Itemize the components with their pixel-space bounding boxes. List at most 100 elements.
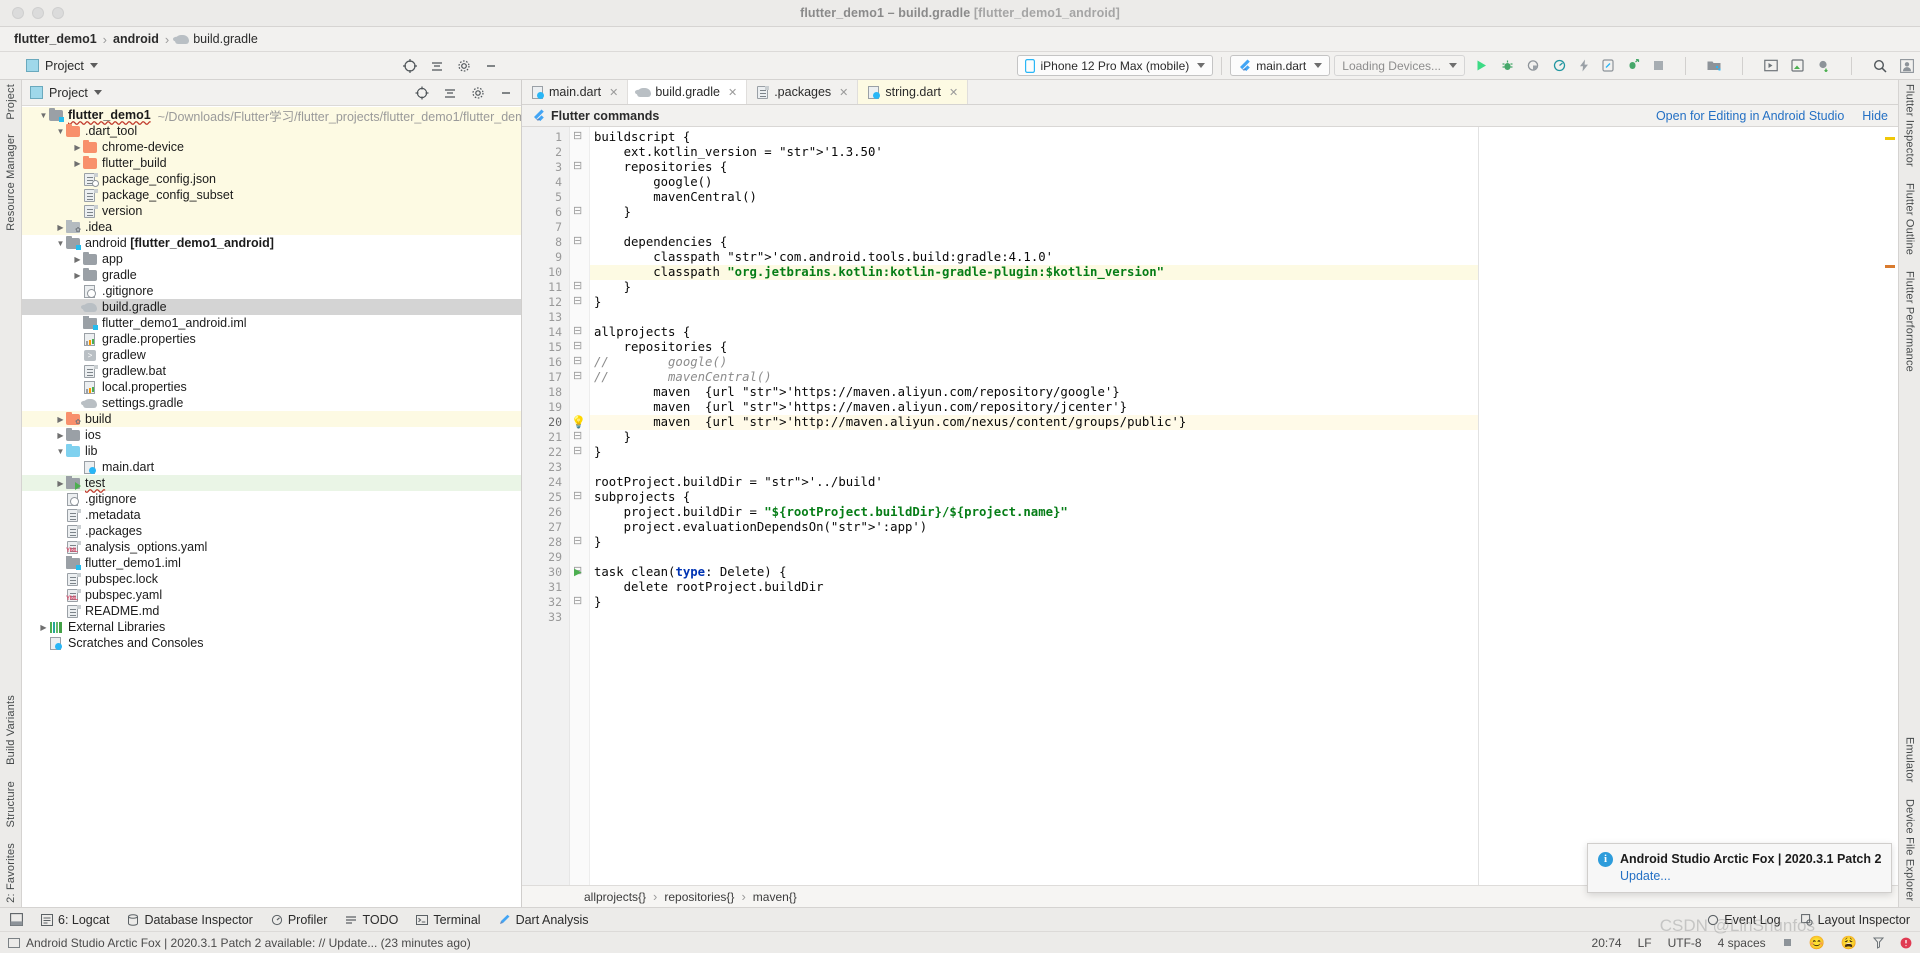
fold-marker[interactable]	[570, 280, 589, 295]
code-line[interactable]: classpath "org.jetbrains.kotlin:kotlin-g…	[590, 265, 1478, 280]
line-separator[interactable]: LF	[1638, 936, 1652, 950]
close-tab-icon[interactable]: ✕	[728, 86, 737, 99]
tree-twisty-closed-icon[interactable]	[55, 223, 66, 232]
caret-position[interactable]: 20:74	[1592, 936, 1622, 950]
tree-twisty-closed-icon[interactable]	[72, 255, 83, 264]
device-selector[interactable]: iPhone 12 Pro Max (mobile)	[1016, 55, 1214, 76]
code-line[interactable]: maven {url "str">'https://maven.aliyun.c…	[590, 400, 1478, 415]
tree-item-gradle-properties[interactable]: gradle.properties	[22, 331, 521, 347]
code-line[interactable]: ext.kotlin_version = "str">'1.3.50'	[590, 145, 1478, 160]
tree-item-flutter-demo1[interactable]: flutter_demo1 ~/Downloads/Flutter学习/flutt…	[22, 107, 521, 124]
breadcrumb-project[interactable]: flutter_demo1	[14, 32, 97, 46]
tree-item-scratches-and-consoles[interactable]: Scratches and Consoles	[22, 635, 521, 651]
tree-item-gitignore[interactable]: .gitignore	[22, 491, 521, 507]
fold-marker[interactable]	[570, 295, 589, 310]
tree-item-test[interactable]: test	[22, 475, 521, 491]
tree-item-build-gradle[interactable]: build.gradle	[22, 299, 521, 315]
code-line[interactable]	[590, 610, 1478, 625]
tree-item-packages[interactable]: .packages	[22, 523, 521, 539]
minimize-button[interactable]	[32, 7, 44, 19]
feedback-sad-icon[interactable]: 😩	[1841, 935, 1857, 951]
tree-twisty-open-icon[interactable]	[55, 239, 66, 248]
tree-twisty-closed-icon[interactable]	[55, 415, 66, 424]
code-line[interactable]: }	[590, 205, 1478, 220]
breadcrumb-file[interactable]: build.gradle	[193, 32, 258, 46]
layout-inspector-icon[interactable]	[1791, 59, 1804, 72]
fold-marker[interactable]	[570, 445, 589, 460]
open-for-editing-link[interactable]: Open for Editing in Android Studio	[1656, 109, 1844, 123]
tree-item-main-dart[interactable]: main.dart	[22, 459, 521, 475]
strip-item-flutter-inspector[interactable]: Flutter Inspector	[1904, 84, 1916, 167]
tree-item-app[interactable]: app	[22, 251, 521, 267]
code-line[interactable]: // mavenCentral()	[590, 370, 1478, 385]
editor-tab-build-gradle[interactable]: build.gradle ✕	[628, 80, 748, 104]
tree-item-gradlew-bat[interactable]: gradlew.bat	[22, 363, 521, 379]
feedback-happy-icon[interactable]: 😊	[1809, 935, 1825, 951]
avd-manager-icon[interactable]	[1707, 59, 1721, 72]
coverage-icon[interactable]	[1527, 59, 1540, 72]
code-line[interactable]: }	[590, 595, 1478, 610]
profiler-icon[interactable]	[1553, 59, 1566, 72]
tree-twisty-closed-icon[interactable]	[72, 159, 83, 168]
code-line[interactable]	[590, 220, 1478, 235]
editor-tab-main-dart[interactable]: main.dart ✕	[522, 80, 629, 104]
tree-item-metadata[interactable]: .metadata	[22, 507, 521, 523]
collapse-all-icon[interactable]	[430, 59, 444, 73]
notifications-badge-icon[interactable]	[1900, 937, 1912, 949]
tree-item-idea[interactable]: ✿ .idea	[22, 219, 521, 235]
code-line[interactable]: task clean(type: Delete) {	[590, 565, 1478, 580]
fold-marker[interactable]	[570, 160, 589, 175]
hide-panel-icon[interactable]	[484, 59, 498, 73]
code-line[interactable]: classpath "str">'com.android.tools.build…	[590, 250, 1478, 265]
fold-marker[interactable]	[570, 595, 589, 610]
intention-bulb-icon[interactable]: 💡	[571, 415, 586, 430]
avatar-icon[interactable]	[1900, 58, 1914, 73]
close-tab-icon[interactable]: ✕	[949, 86, 958, 99]
window-controls[interactable]	[0, 7, 64, 19]
fold-marker[interactable]	[570, 355, 589, 370]
notification-update-link[interactable]: Update...	[1620, 869, 1881, 883]
close-button[interactable]	[12, 7, 24, 19]
fold-marker[interactable]	[570, 340, 589, 355]
code-line[interactable]: }	[590, 430, 1478, 445]
search-icon[interactable]	[1873, 59, 1887, 73]
strip-item-flutter-outline[interactable]: Flutter Outline	[1904, 183, 1916, 255]
fold-marker[interactable]	[570, 235, 589, 250]
tree-item-flutter-demo1-android-iml[interactable]: flutter_demo1_android.iml	[22, 315, 521, 331]
fold-marker[interactable]: ▶	[570, 565, 589, 580]
tree-item-gradle[interactable]: gradle	[22, 267, 521, 283]
tree-twisty-closed-icon[interactable]	[72, 271, 83, 280]
strip-item-project[interactable]: Project	[5, 84, 17, 120]
strip-item-structure[interactable]: Structure	[5, 781, 17, 827]
loading-devices-selector[interactable]: Loading Devices...	[1334, 55, 1465, 76]
tree-item-analysis-options-yaml[interactable]: YML analysis_options.yaml	[22, 539, 521, 555]
tree-item-lib[interactable]: lib	[22, 443, 521, 459]
editor-tab--packages[interactable]: .packages ✕	[747, 80, 859, 104]
tree-item-local-properties[interactable]: local.properties	[22, 379, 521, 395]
locate-file-icon[interactable]	[415, 86, 429, 100]
fold-marker[interactable]	[570, 370, 589, 385]
vcs-branch-icon[interactable]	[1782, 937, 1793, 948]
code-line[interactable]: google()	[590, 175, 1478, 190]
code-line[interactable]: maven {url "str">'https://maven.aliyun.c…	[590, 385, 1478, 400]
code-line[interactable]: subprojects {	[590, 490, 1478, 505]
editor-breadcrumb-item[interactable]: maven{}	[753, 890, 797, 904]
toolwindow-toggle-icon[interactable]	[10, 913, 23, 926]
fold-marker[interactable]	[570, 325, 589, 340]
tree-item-version[interactable]: version	[22, 203, 521, 219]
debug-icon[interactable]	[1501, 59, 1514, 72]
indent-setting[interactable]: 4 spaces	[1718, 936, 1766, 950]
fold-marker[interactable]	[570, 205, 589, 220]
run-icon[interactable]	[1475, 59, 1488, 72]
locate-icon[interactable]	[403, 58, 417, 73]
code-folding-gutter[interactable]: 💡 ▶	[570, 127, 590, 885]
close-tab-icon[interactable]: ✕	[839, 86, 848, 99]
code-line[interactable]: maven {url "str">'http://maven.aliyun.co…	[590, 415, 1478, 430]
sdk-manager-icon[interactable]	[1764, 59, 1778, 72]
close-tab-icon[interactable]: ✕	[609, 86, 618, 99]
tree-item-dart-tool[interactable]: .dart_tool	[22, 123, 521, 139]
editor-tabs[interactable]: main.dart ✕ build.gradle ✕ .packages ✕ string.…	[522, 80, 1898, 105]
notification-popup[interactable]: i Android Studio Arctic Fox | 2020.3.1 P…	[1587, 843, 1892, 893]
code-line[interactable]: dependencies {	[590, 235, 1478, 250]
strip-item-resource-manager[interactable]: Resource Manager	[5, 134, 17, 231]
